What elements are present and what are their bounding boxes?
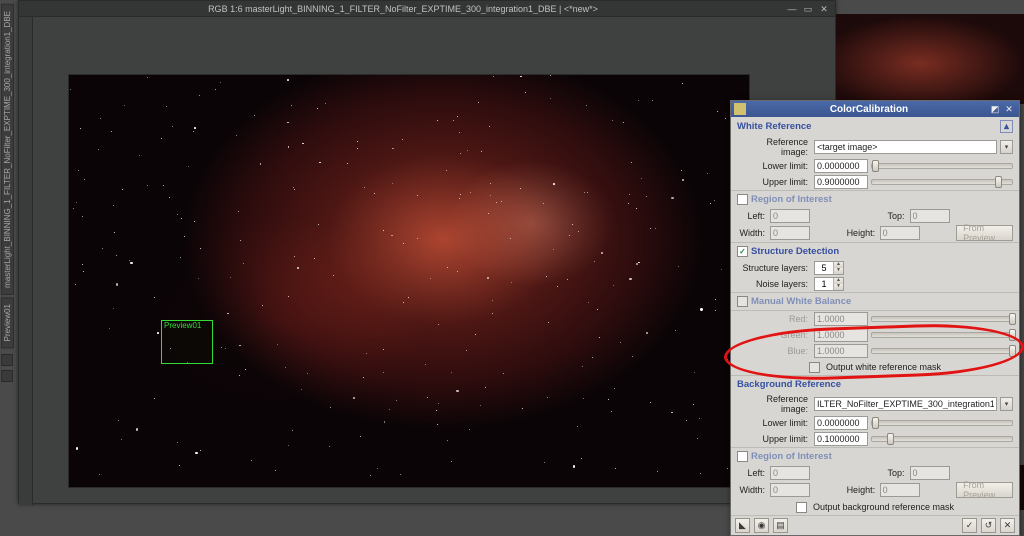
roi1-left-label: Left: [737,211,767,221]
section-structure-detection[interactable]: ✓ Structure Detection [731,242,1019,260]
white-lower-input[interactable] [814,159,868,173]
roi1-from-preview-button[interactable]: From Preview [956,225,1013,241]
new-instance-icon[interactable]: ▤ [773,518,788,533]
roi1-height-label: Height: [847,228,877,238]
nebula-image [69,75,749,487]
check-icon[interactable]: ✓ [962,518,977,533]
reset-icon[interactable]: ↺ [981,518,996,533]
bg-upper-slider[interactable] [871,436,1013,442]
roi1-height-input[interactable] [880,226,920,240]
section-white-collapse-icon[interactable]: ▴ [1000,120,1013,133]
white-upper-slider[interactable] [871,179,1013,185]
output-bg-ref-label: Output background reference mask [813,502,954,512]
image-window: RGB 1:6 masterLight_BINNING_1_FILTER_NoF… [18,0,836,504]
roi1-left-input[interactable] [770,209,810,223]
dock-tab-preview[interactable]: Preview01 [1,297,14,348]
section-white-reference[interactable]: White Reference ▴ [731,117,1019,136]
white-upper-label: Upper limit: [737,177,811,187]
dock-mini-2[interactable] [1,370,13,382]
output-bg-ref-checkbox[interactable] [796,502,807,513]
roi1-top-input[interactable] [910,209,950,223]
tool-titlebar: ColorCalibration ◩ ✕ [731,101,1019,117]
apply-icon[interactable]: ◣ [735,518,750,533]
noise-layers-label: Noise layers: [737,279,811,289]
manual-wb-green-slider[interactable] [871,332,1013,338]
roi2-width-label: Width: [737,485,767,495]
struct-enable-checkbox[interactable]: ✓ [737,246,748,257]
roi1-top-label: Top: [877,211,907,221]
section-roi2[interactable]: Region of Interest [731,447,1019,465]
roi2-top-label: Top: [877,468,907,478]
section-roi1-label: Region of Interest [751,194,832,205]
noise-layers-spin[interactable]: ▲▼ [814,277,844,291]
preview-region-label: Preview01 [164,321,201,330]
bg-lower-input[interactable] [814,416,868,430]
white-ref-image-select[interactable] [814,140,997,154]
image-window-title: RGB 1:6 masterLight_BINNING_1_FILTER_NoF… [23,4,783,14]
white-ref-image-dropdown-icon[interactable]: ▾ [1000,140,1013,154]
image-window-side-tab[interactable] [19,17,33,505]
dock-mini-1[interactable] [1,354,13,366]
manual-wb-green-input[interactable] [814,328,868,342]
image-canvas[interactable]: Preview01 [33,17,835,503]
manual-wb-green-label: Green: [737,330,811,340]
tool-footer: ◣ ◉ ▤ ✓ ↺ ✕ [731,515,1019,535]
preview-region[interactable]: Preview01 [161,320,213,364]
section-manual-wb-label: Manual White Balance [751,296,851,307]
bg-upper-label: Upper limit: [737,434,811,444]
section-roi2-label: Region of Interest [751,451,832,462]
section-structure-detection-label: Structure Detection [751,246,839,257]
section-background-reference-label: Background Reference [737,379,841,390]
dock-tab-main[interactable]: masterLight_BINNING_1_FILTER_NoFilter_EX… [1,4,14,295]
tool-title: ColorCalibration [750,104,988,115]
manual-wb-blue-slider[interactable] [871,348,1013,354]
bg-ref-image-label: Reference image: [737,394,811,414]
manual-wb-blue-input[interactable] [814,344,868,358]
tool-icon [734,103,746,115]
output-white-ref-label: Output white reference mask [826,362,941,372]
white-upper-input[interactable] [814,175,868,189]
roi2-height-input[interactable] [880,483,920,497]
manual-wb-red-label: Red: [737,314,811,324]
white-lower-label: Lower limit: [737,161,811,171]
bg-ref-image-select[interactable] [814,397,997,411]
color-calibration-window: ColorCalibration ◩ ✕ White Reference ▴ R… [730,100,1020,536]
cancel-icon[interactable]: ✕ [1000,518,1015,533]
white-lower-slider[interactable] [871,163,1013,169]
structure-layers-label: Structure layers: [737,263,811,273]
roi1-enable-checkbox[interactable] [737,194,748,205]
apply-global-icon[interactable]: ◉ [754,518,769,533]
output-white-ref-checkbox[interactable] [809,362,820,373]
roi2-from-preview-button[interactable]: From Preview [956,482,1013,498]
image-window-titlebar: RGB 1:6 masterLight_BINNING_1_FILTER_NoF… [19,1,835,17]
roi2-height-label: Height: [847,485,877,495]
thumbnail-peek-top [836,14,1024,104]
manual-wb-red-slider[interactable] [871,316,1013,322]
roi1-width-input[interactable] [770,226,810,240]
section-roi1[interactable]: Region of Interest [731,190,1019,208]
section-manual-wb[interactable]: Manual White Balance [731,292,1019,311]
section-background-reference[interactable]: Background Reference [731,375,1019,393]
bg-lower-label: Lower limit: [737,418,811,428]
bg-lower-slider[interactable] [871,420,1013,426]
manual-wb-enable-checkbox[interactable] [737,296,748,307]
window-minimize-button[interactable]: — [785,3,799,15]
roi2-top-input[interactable] [910,466,950,480]
structure-layers-spin[interactable]: ▲▼ [814,261,844,275]
manual-wb-blue-label: Blue: [737,346,811,356]
bg-ref-image-dropdown-icon[interactable]: ▾ [1000,397,1013,411]
roi2-left-label: Left: [737,468,767,478]
roi2-left-input[interactable] [770,466,810,480]
tool-close-button[interactable]: ✕ [1002,103,1016,115]
window-close-button[interactable]: ✕ [817,3,831,15]
roi2-enable-checkbox[interactable] [737,451,748,462]
roi1-width-label: Width: [737,228,767,238]
white-ref-image-label: Reference image: [737,137,811,157]
manual-wb-red-input[interactable] [814,312,868,326]
roi2-width-input[interactable] [770,483,810,497]
tool-dock-button[interactable]: ◩ [988,103,1002,115]
bg-upper-input[interactable] [814,432,868,446]
section-white-reference-label: White Reference [737,121,811,132]
window-maximize-button[interactable]: ▭ [801,3,815,15]
